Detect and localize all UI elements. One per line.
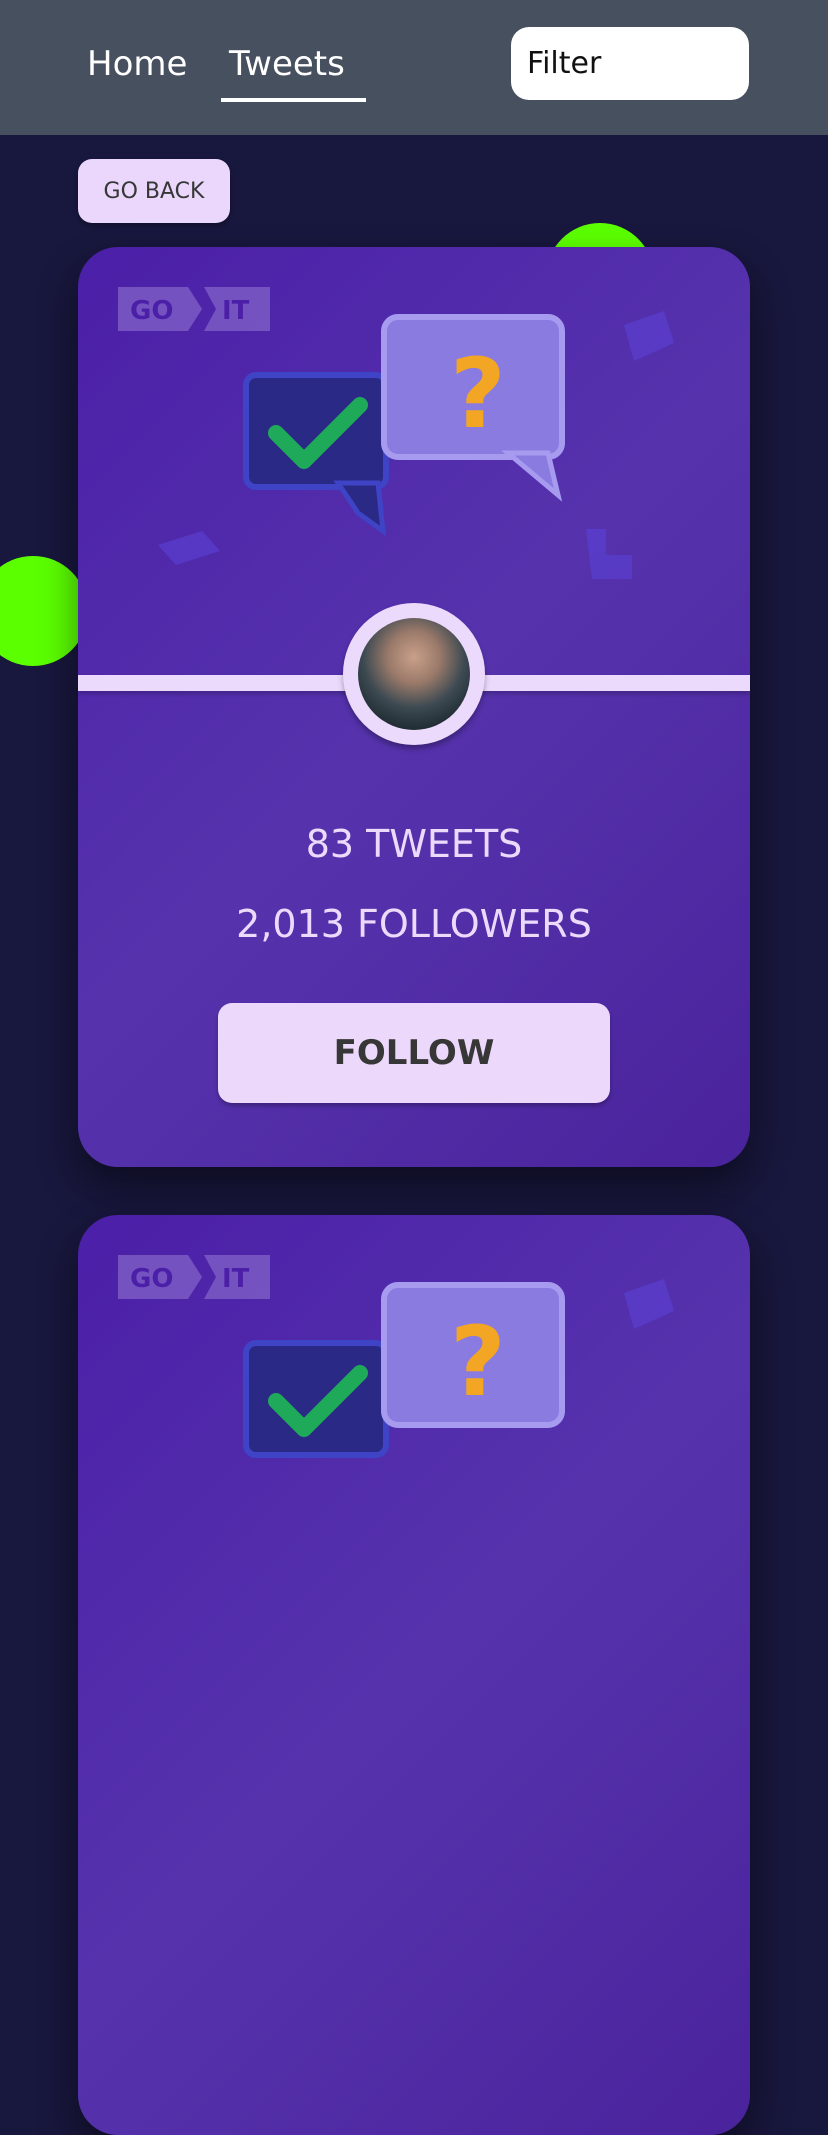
decor-green-dot xyxy=(0,556,88,666)
decor-shape xyxy=(586,529,632,579)
tweets-count: 83 TWEETS xyxy=(305,822,523,866)
follow-button[interactable]: FOLLOW xyxy=(218,1003,610,1103)
user-card: GO IT ? xyxy=(78,1215,750,2135)
followers-count: 2,013 FOLLOWERS xyxy=(236,902,592,946)
filter-input[interactable] xyxy=(511,27,749,100)
question-bubble-icon: ? xyxy=(381,1282,565,1428)
nav-tweets-link[interactable]: Tweets xyxy=(229,42,345,86)
svg-text:GO: GO xyxy=(130,1264,173,1294)
question-bubble-icon: ? xyxy=(381,314,565,502)
avatar-frame xyxy=(343,603,485,745)
decor-shape xyxy=(158,531,220,565)
user-card: GO IT ? 83 TWEETS 2,013 FOLLOWERS FOLLOW xyxy=(78,247,750,1167)
avatar xyxy=(358,618,470,730)
chat-bubbles-illustration: ? xyxy=(243,314,565,537)
svg-text:?: ? xyxy=(450,338,506,450)
decor-shape xyxy=(624,1279,674,1329)
checkmark-bubble-icon xyxy=(243,372,389,537)
chat-bubbles-illustration: ? xyxy=(243,1282,565,1458)
go-back-button[interactable]: GO BACK xyxy=(78,159,230,223)
checkmark-bubble-icon xyxy=(243,1340,389,1458)
svg-text:?: ? xyxy=(450,1306,506,1418)
top-navbar: Home Tweets xyxy=(0,0,828,135)
active-tab-underline xyxy=(221,98,366,102)
svg-text:GO: GO xyxy=(130,296,173,326)
decor-shape xyxy=(624,311,674,361)
nav-home-link[interactable]: Home xyxy=(87,42,187,86)
